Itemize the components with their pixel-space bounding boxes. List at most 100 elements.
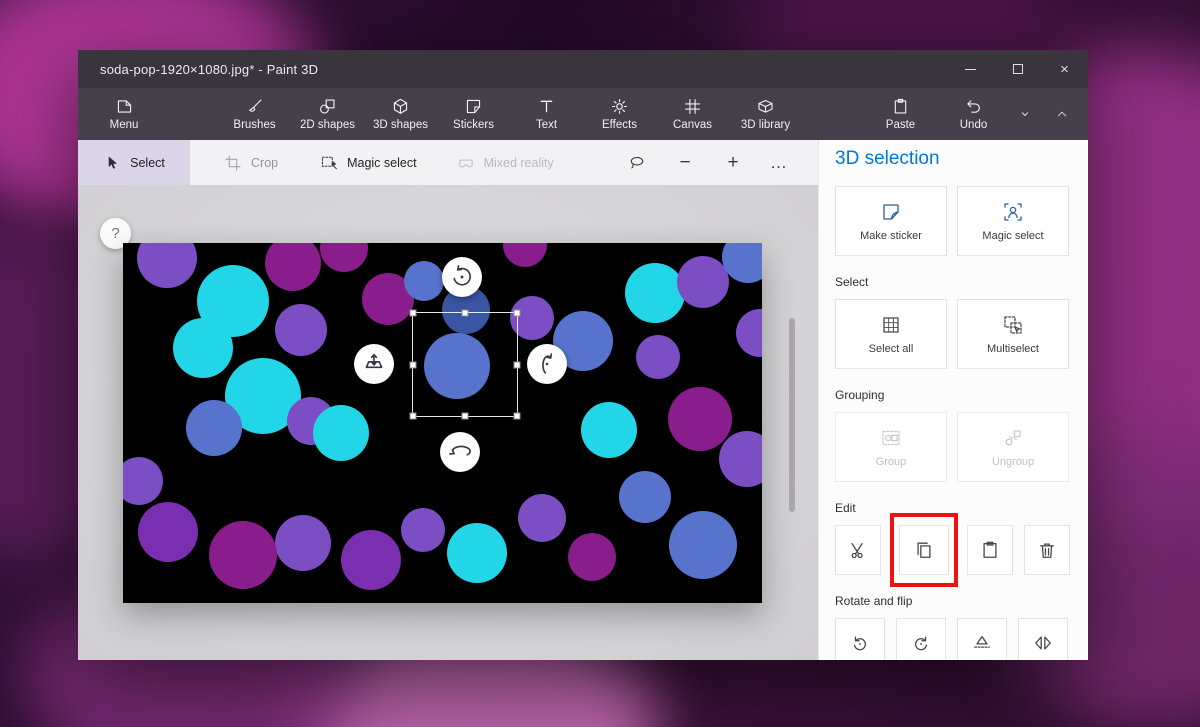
- zoom-out-button[interactable]: −: [668, 140, 702, 185]
- flip-vertical-icon: [972, 633, 992, 653]
- desktop-wallpaper: soda-pop-1920×1080.jpg* - Paint 3D × Men…: [0, 0, 1200, 727]
- select-section-label: Select: [835, 275, 1070, 289]
- tool-2d-shapes[interactable]: 2D shapes: [291, 88, 364, 140]
- ungroup-icon: [1002, 427, 1024, 449]
- group-button[interactable]: Group: [835, 412, 947, 482]
- paste-button[interactable]: Paste: [864, 88, 937, 140]
- selection-handle-w[interactable]: [410, 361, 417, 368]
- copy-icon: [914, 540, 934, 560]
- close-button[interactable]: ×: [1041, 50, 1088, 88]
- lasso-select-button[interactable]: [620, 140, 654, 185]
- panel-title: 3D selection: [835, 148, 1070, 170]
- tool-3d-shapes[interactable]: 3D shapes: [364, 88, 437, 140]
- history-dropdown-button[interactable]: [1010, 88, 1040, 140]
- selection-toolbar: Select Crop Magic select Mixed reality: [78, 140, 818, 185]
- multiselect-button[interactable]: Multiselect: [957, 299, 1069, 369]
- rotate-flip-section-label: Rotate and flip: [835, 594, 1070, 608]
- group-icon: [880, 427, 902, 449]
- selection-handle-n[interactable]: [462, 310, 469, 317]
- cut-button[interactable]: [835, 525, 881, 575]
- cut-icon: [848, 540, 868, 560]
- paste-edit-button[interactable]: [967, 525, 1013, 575]
- 3d-shapes-icon: [391, 97, 410, 116]
- canvas-workspace: ?: [78, 185, 818, 660]
- magic-select-icon: [320, 154, 338, 172]
- trash-icon: [1037, 540, 1057, 560]
- zoom-in-button[interactable]: +: [716, 140, 750, 185]
- magic-select-person-icon: [1002, 201, 1024, 223]
- crop-tool-button[interactable]: Crop: [224, 140, 278, 185]
- paint3d-window: soda-pop-1920×1080.jpg* - Paint 3D × Men…: [78, 50, 1088, 660]
- chevron-up-icon: [1054, 106, 1070, 122]
- paste-icon: [980, 540, 1000, 560]
- tool-brushes[interactable]: Brushes: [218, 88, 291, 140]
- tool-3d-library[interactable]: 3D library: [729, 88, 802, 140]
- text-icon: [537, 97, 556, 116]
- paste-icon: [891, 97, 910, 116]
- tool-text[interactable]: Text: [510, 88, 583, 140]
- rotate-left-icon: [850, 633, 870, 653]
- brush-icon: [245, 97, 264, 116]
- rotate-right-icon: [911, 633, 931, 653]
- 3d-selection-panel: 3D selection Make sticker Magic select S…: [818, 140, 1088, 660]
- chevron-down-icon: [1017, 106, 1033, 122]
- selection-handle-se[interactable]: [514, 413, 521, 420]
- selection-handle-s[interactable]: [462, 413, 469, 420]
- rotate-x-icon: [534, 351, 560, 377]
- selection-box[interactable]: [412, 312, 518, 417]
- tool-stickers[interactable]: Stickers: [437, 88, 510, 140]
- minimize-button[interactable]: [947, 50, 994, 88]
- main-toolbar: Menu Brushes 2D shapes 3D shapes Sticker…: [78, 88, 1088, 140]
- flip-horizontal-button[interactable]: [1018, 618, 1068, 660]
- make-sticker-icon: [880, 201, 902, 223]
- select-all-button[interactable]: Select all: [835, 299, 947, 369]
- selection-handle-e[interactable]: [514, 361, 521, 368]
- 2d-shapes-icon: [318, 97, 337, 116]
- undo-button[interactable]: Undo: [937, 88, 1010, 140]
- rotate-handle-left[interactable]: [354, 344, 394, 384]
- close-icon: ×: [1060, 62, 1069, 77]
- magic-select-tool-button[interactable]: Magic select: [320, 140, 416, 185]
- titlebar: soda-pop-1920×1080.jpg* - Paint 3D ×: [78, 50, 1088, 88]
- rotate-handle-right[interactable]: [527, 344, 567, 384]
- rotate-z-icon: [449, 264, 475, 290]
- tool-effects[interactable]: Effects: [583, 88, 656, 140]
- rotate-left-button[interactable]: [835, 618, 885, 660]
- rotate-handle-top[interactable]: [442, 257, 482, 297]
- canvas-icon: [683, 97, 702, 116]
- rotate-right-button[interactable]: [896, 618, 946, 660]
- make-sticker-button[interactable]: Make sticker: [835, 186, 947, 256]
- cursor-icon: [103, 154, 121, 172]
- crop-icon: [224, 154, 242, 172]
- maximize-button[interactable]: [994, 50, 1041, 88]
- flip-horizontal-icon: [1033, 633, 1053, 653]
- multiselect-icon: [1002, 314, 1024, 336]
- minimize-icon: [965, 69, 976, 70]
- more-options-button[interactable]: …: [762, 140, 796, 185]
- menu-icon: [115, 97, 134, 116]
- tool-canvas[interactable]: Canvas: [656, 88, 729, 140]
- canvas-vertical-scrollbar[interactable]: [789, 191, 795, 654]
- scrollbar-thumb[interactable]: [789, 318, 795, 512]
- menu-button[interactable]: Menu: [88, 88, 160, 140]
- select-tool-button[interactable]: Select: [78, 140, 190, 185]
- effects-icon: [610, 97, 629, 116]
- maximize-icon: [1013, 64, 1023, 74]
- mixed-reality-tool-button[interactable]: Mixed reality: [457, 140, 554, 185]
- image-canvas[interactable]: [123, 243, 762, 603]
- delete-button[interactable]: [1024, 525, 1070, 575]
- magic-select-button[interactable]: Magic select: [957, 186, 1069, 256]
- selection-handle-nw[interactable]: [410, 310, 417, 317]
- move-z-icon: [361, 351, 387, 377]
- flip-vertical-button[interactable]: [957, 618, 1007, 660]
- copy-button[interactable]: [899, 525, 949, 575]
- selection-handle-sw[interactable]: [410, 413, 417, 420]
- select-all-icon: [880, 314, 902, 336]
- collapse-ribbon-button[interactable]: [1040, 88, 1084, 140]
- mixed-reality-icon: [457, 154, 475, 172]
- selection-handle-ne[interactable]: [514, 310, 521, 317]
- rotate-y-icon: [447, 439, 473, 465]
- grouping-section-label: Grouping: [835, 388, 1070, 402]
- rotate-handle-bottom[interactable]: [440, 432, 480, 472]
- ungroup-button[interactable]: Ungroup: [957, 412, 1069, 482]
